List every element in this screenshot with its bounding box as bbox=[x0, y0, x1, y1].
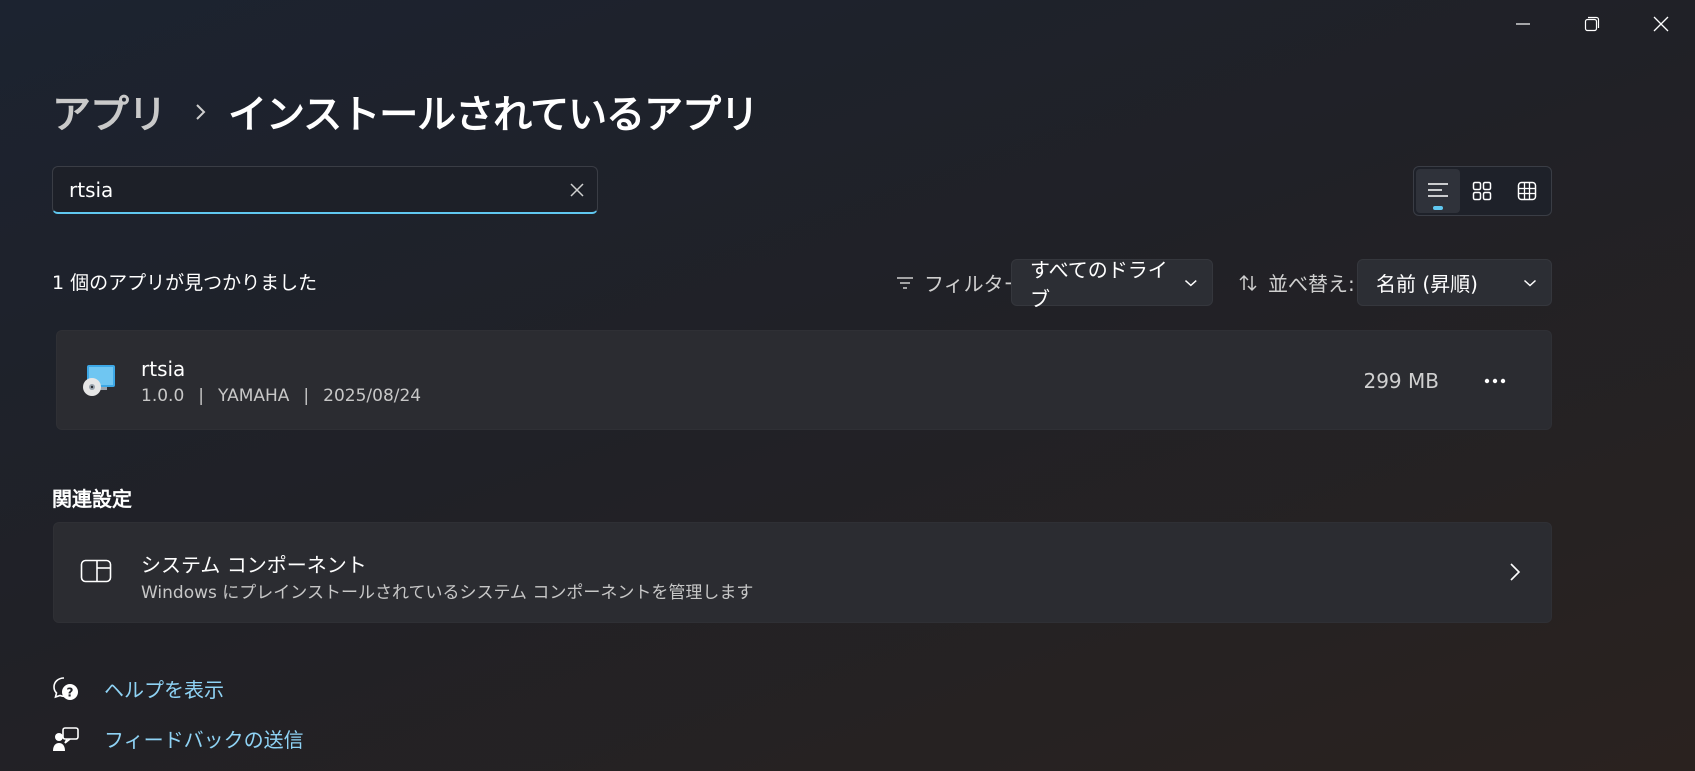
maximize-button[interactable] bbox=[1557, 0, 1626, 48]
app-install-date: 2025/08/24 bbox=[323, 386, 422, 406]
grid-icon bbox=[1473, 181, 1492, 201]
sort-label: 並べ替え: bbox=[1238, 268, 1355, 297]
svg-text:?: ? bbox=[67, 685, 74, 699]
view-grid-button[interactable] bbox=[1460, 169, 1504, 213]
restore-icon bbox=[1584, 16, 1599, 32]
feedback-link[interactable]: フィードバックの送信 bbox=[52, 724, 304, 753]
system-components-title: システム コンポーネント bbox=[141, 553, 367, 577]
drive-filter-dropdown[interactable]: すべてのドライブ bbox=[1011, 258, 1213, 311]
app-meta: 1.0.0 | YAMAHA | 2025/08/24 bbox=[141, 386, 421, 406]
app-size: 299 MB bbox=[1363, 369, 1439, 393]
more-icon bbox=[1484, 378, 1506, 384]
close-button[interactable] bbox=[1626, 0, 1695, 48]
breadcrumb-parent-apps[interactable]: アプリ bbox=[52, 84, 167, 140]
table-icon bbox=[1517, 181, 1537, 201]
close-icon bbox=[1653, 16, 1668, 32]
chevron-down-icon bbox=[1185, 279, 1198, 286]
feedback-link-label: フィードバックの送信 bbox=[104, 728, 304, 752]
view-table-button[interactable] bbox=[1505, 169, 1549, 213]
search-clear-button[interactable] bbox=[557, 170, 597, 210]
breadcrumb: アプリ インストールされているアプリ bbox=[52, 84, 759, 140]
filter-icon bbox=[897, 276, 913, 289]
help-icon: ? bbox=[53, 676, 78, 700]
sort-icon bbox=[1239, 274, 1257, 291]
list-icon bbox=[1428, 183, 1449, 197]
chevron-right-icon bbox=[1509, 561, 1521, 587]
sort-label-text: 並べ替え: bbox=[1268, 272, 1355, 296]
app-more-options-button[interactable] bbox=[1473, 359, 1517, 403]
system-components-icon bbox=[80, 559, 112, 587]
app-version: 1.0.0 bbox=[141, 386, 185, 406]
app-list-item: rtsia 1.0.0 | YAMAHA | 2025/08/24 299 MB bbox=[56, 330, 1552, 430]
app-name: rtsia bbox=[141, 357, 186, 381]
system-components-card[interactable]: システム コンポーネント Windows にプレインストールされているシステム … bbox=[53, 522, 1552, 623]
minimize-icon bbox=[1515, 23, 1530, 25]
search-box bbox=[52, 166, 598, 214]
feedback-icon bbox=[53, 726, 79, 751]
window-controls bbox=[1488, 0, 1695, 48]
installer-disc-icon bbox=[81, 363, 117, 401]
help-link-label: ヘルプを表示 bbox=[104, 678, 224, 702]
minimize-button[interactable] bbox=[1488, 0, 1557, 48]
help-link[interactable]: ? ヘルプを表示 bbox=[52, 674, 224, 703]
view-list-button[interactable] bbox=[1416, 169, 1461, 213]
related-settings-title: 関連設定 bbox=[52, 487, 132, 511]
app-publisher: YAMAHA bbox=[218, 386, 290, 406]
system-components-description: Windows にプレインストールされているシステム コンポーネントを管理します bbox=[141, 583, 754, 603]
result-count: 1 個のアプリが見つかりました bbox=[52, 272, 318, 294]
search-input[interactable] bbox=[53, 166, 557, 213]
view-mode-toggle bbox=[1413, 166, 1552, 216]
sort-value: 名前 (昇順) bbox=[1376, 272, 1478, 296]
drive-filter-value: すべてのドライブ bbox=[1030, 257, 1168, 311]
close-icon bbox=[570, 182, 584, 197]
chevron-down-icon bbox=[1523, 279, 1537, 287]
meta-separator: | bbox=[198, 386, 204, 406]
meta-separator: | bbox=[303, 386, 310, 406]
page-title: インストールされているアプリ bbox=[228, 93, 759, 138]
chevron-right-icon bbox=[194, 102, 208, 122]
sort-dropdown[interactable]: 名前 (昇順) bbox=[1357, 259, 1552, 306]
